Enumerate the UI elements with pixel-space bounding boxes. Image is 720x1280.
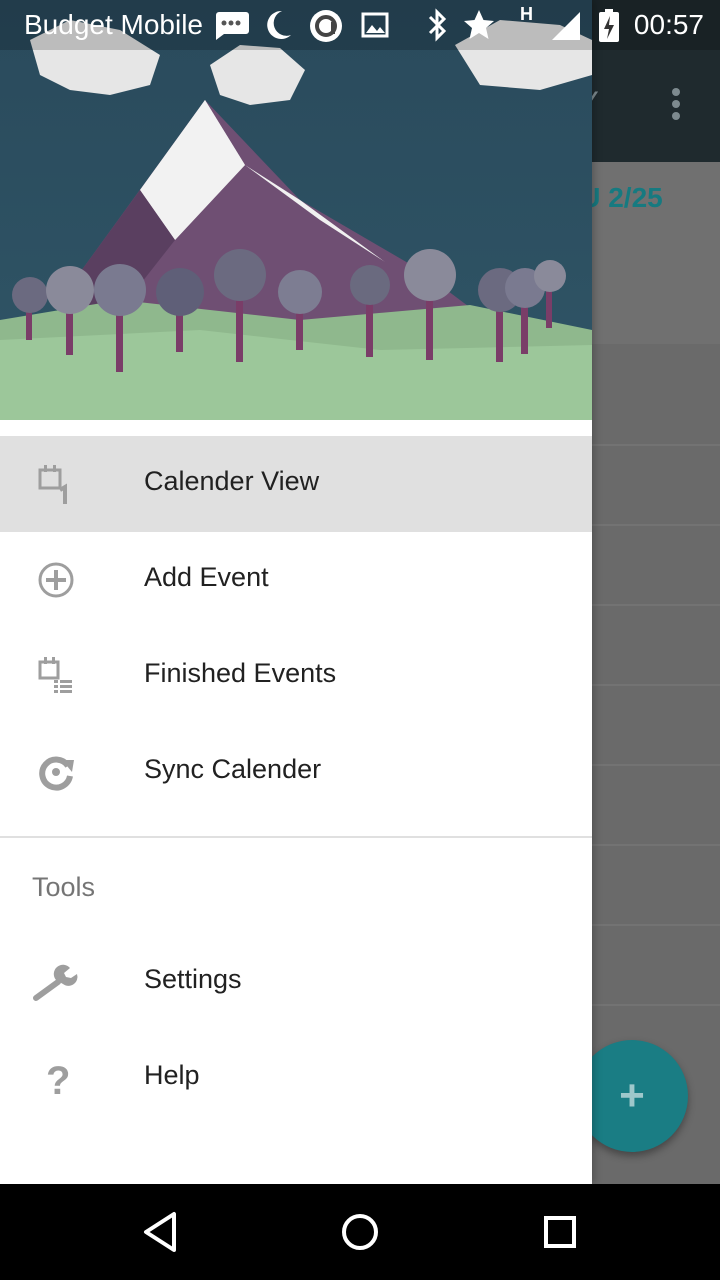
nav-item-label: Help — [144, 1060, 200, 1090]
row-divider — [592, 924, 720, 926]
row-divider — [592, 1004, 720, 1006]
nav-item-label: Settings — [144, 964, 242, 994]
sync-icon — [39, 756, 74, 791]
nav-item-label: Calender View — [144, 466, 320, 496]
row-divider — [592, 604, 720, 606]
overflow-menu-icon[interactable] — [664, 88, 688, 128]
tools-section-title: Tools — [32, 872, 96, 902]
app-notification-icon — [310, 10, 342, 42]
row-divider — [592, 684, 720, 686]
nav-item-label: Sync Calender — [144, 754, 322, 784]
nav-item-label: Finished Events — [144, 658, 337, 688]
recents-icon[interactable] — [538, 1210, 582, 1254]
row-divider — [592, 844, 720, 846]
carrier-name: Budget Mobile — [24, 9, 204, 40]
home-icon[interactable] — [338, 1210, 382, 1254]
network-type-label: H — [520, 4, 533, 24]
wrench-icon — [33, 964, 78, 1001]
nav-item-calender-view[interactable]: Calender View — [0, 436, 592, 532]
row-divider — [592, 444, 720, 446]
add-circle-icon — [38, 562, 74, 598]
nav-item-help[interactable]: ? Help — [0, 1030, 592, 1126]
nav-item-finished-events[interactable]: Finished Events — [0, 628, 592, 724]
help-icon: ? — [46, 1059, 70, 1100]
battery-charging-icon — [599, 9, 619, 42]
nav-item-label: Add Event — [144, 562, 269, 592]
nav-item-settings[interactable]: Settings — [0, 934, 592, 1030]
row-divider — [592, 764, 720, 766]
moon-icon — [267, 10, 291, 39]
calendar-list-icon — [38, 657, 72, 693]
svg-text:?: ? — [46, 1059, 70, 1100]
back-icon[interactable] — [140, 1210, 184, 1254]
system-navigation-bar — [0, 1184, 720, 1280]
calendar-one-icon — [38, 465, 67, 504]
add-event-fab[interactable]: + — [576, 1040, 688, 1152]
image-icon — [361, 12, 389, 38]
nav-item-sync-calender[interactable]: Sync Calender — [0, 724, 592, 820]
drawer-divider — [0, 836, 592, 838]
bluetooth-icon — [428, 8, 447, 42]
drawer-header-image — [0, 0, 592, 420]
signal-icon — [552, 12, 580, 40]
clock: 00:57 — [633, 9, 704, 40]
message-icon — [216, 12, 249, 40]
plus-icon: + — [619, 1071, 645, 1120]
row-divider — [592, 524, 720, 526]
navigation-drawer: Calender View Add Event Finished Events … — [0, 0, 592, 1184]
star-icon — [464, 10, 494, 39]
nav-item-add-event[interactable]: Add Event — [0, 532, 592, 628]
status-bar: Budget Mobile H 00:57 — [0, 0, 720, 50]
